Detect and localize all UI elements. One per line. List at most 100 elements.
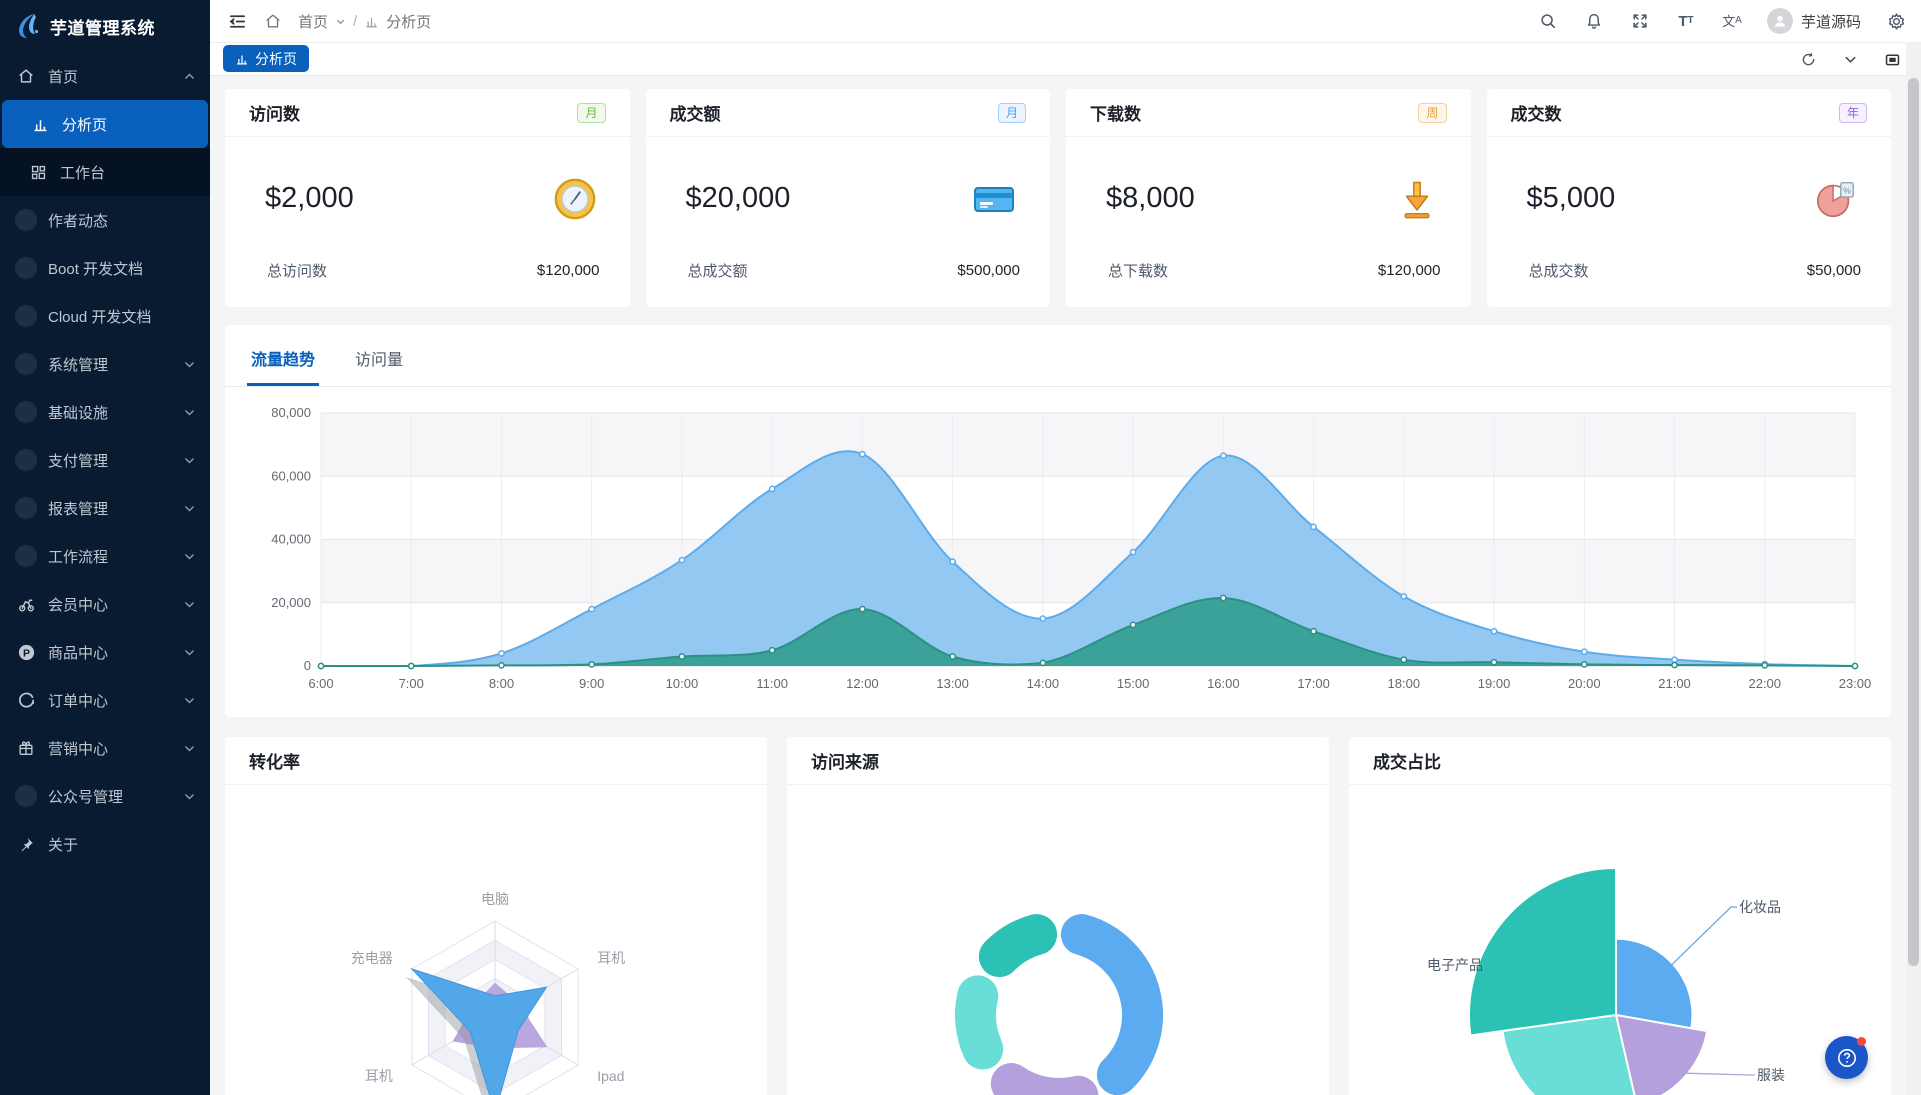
svg-text:16:00: 16:00 <box>1207 676 1240 691</box>
stat-card-value: $8,000 <box>1106 182 1195 215</box>
chevron-down-icon[interactable] <box>1841 50 1859 68</box>
font-size-icon[interactable]: TT <box>1675 10 1697 32</box>
svg-text:80,000: 80,000 <box>271 405 311 420</box>
dim-dot <box>14 208 38 232</box>
stat-card-footer: 总成交额$500,000 <box>646 260 1051 307</box>
help-button[interactable] <box>1825 1036 1868 1079</box>
maximize-icon[interactable] <box>1883 50 1901 68</box>
sidebar-item-label: 工作流程 <box>48 546 182 567</box>
stat-card-body: $2,000 <box>225 137 630 260</box>
user-menu[interactable]: 芋道源码 <box>1767 8 1861 34</box>
svg-text:20,000: 20,000 <box>271 595 311 610</box>
sidebar-item-营销中心[interactable]: 营销中心 <box>0 724 210 772</box>
svg-text:17:00: 17:00 <box>1297 676 1330 691</box>
svg-text:19:00: 19:00 <box>1478 676 1511 691</box>
app-logo[interactable]: 芋道管理系统 <box>0 0 210 52</box>
tab-analysis-page[interactable]: 分析页 <box>223 45 309 72</box>
search-icon[interactable] <box>1537 10 1559 32</box>
avatar <box>1767 8 1793 34</box>
svg-text:电脑: 电脑 <box>481 891 509 907</box>
sidebar-item-Cloud 开发文档[interactable]: Cloud 开发文档 <box>0 292 210 340</box>
sidebar-item-label: 首页 <box>48 66 182 87</box>
conversion-radar-chart: 电脑耳机Ipad手机耳机充电器 <box>225 785 767 1095</box>
svg-text:14:00: 14:00 <box>1027 676 1060 691</box>
traffic-trend-chart: 020,00040,00060,00080,0006:007:008:009:0… <box>225 387 1891 715</box>
stat-card-成交额: 成交额月$20,000总成交额$500,000 <box>646 89 1051 307</box>
svg-text:18:00: 18:00 <box>1388 676 1421 691</box>
svg-text:耳机: 耳机 <box>365 1068 393 1084</box>
sidebar-item-公众号管理[interactable]: 公众号管理 <box>0 772 210 820</box>
product-icon: P <box>14 640 38 664</box>
sidebar-item-支付管理[interactable]: 支付管理 <box>0 436 210 484</box>
page-scrollbar[interactable] <box>1906 43 1921 1095</box>
sidebar-item-关于[interactable]: 关于 <box>0 820 210 868</box>
tab-visits[interactable]: 访问量 <box>355 346 403 386</box>
svg-text:服装: 服装 <box>1757 1067 1785 1083</box>
sidebar-item-首页[interactable]: 首页 <box>0 52 210 100</box>
svg-text:%: % <box>1843 185 1851 195</box>
chevron-down-icon <box>182 406 196 419</box>
chevron-down-icon <box>182 694 196 707</box>
svg-text:60,000: 60,000 <box>271 468 311 483</box>
breadcrumb-page[interactable]: 分析页 <box>386 11 431 32</box>
sidebar-item-基础设施[interactable]: 基础设施 <box>0 388 210 436</box>
question-icon <box>1835 1046 1859 1070</box>
expand-icon[interactable] <box>1629 10 1651 32</box>
member-icon <box>14 592 38 616</box>
home-icon <box>14 64 38 88</box>
breadcrumb-home[interactable]: 首页 <box>298 11 328 32</box>
stat-card-value: $20,000 <box>686 182 791 215</box>
dim-dot <box>14 544 38 568</box>
tab-traffic-trend[interactable]: 流量趋势 <box>251 346 315 386</box>
chevron-down-icon <box>182 646 196 659</box>
scrollbar-thumb[interactable] <box>1908 78 1919 966</box>
sidebar-item-Boot 开发文档[interactable]: Boot 开发文档 <box>0 244 210 292</box>
menu-fold-icon[interactable] <box>226 10 248 32</box>
dolphin-logo-icon <box>12 11 42 41</box>
chevron-down-icon <box>182 358 196 371</box>
sidebar-item-会员中心[interactable]: 会员中心 <box>0 580 210 628</box>
stat-footer-label: 总访问数 <box>267 260 327 281</box>
dim-dot <box>14 352 38 376</box>
notification-dot <box>1857 1037 1866 1046</box>
refresh-icon[interactable] <box>1799 50 1817 68</box>
stat-footer-label: 总成交数 <box>1529 260 1589 281</box>
svg-text:电子产品: 电子产品 <box>1427 957 1483 973</box>
sidebar: 芋道管理系统 首页分析页工作台作者动态 Boot 开发文档 Cloud 开发文档系统… <box>0 0 210 1095</box>
stat-footer-label: 总下载数 <box>1108 260 1168 281</box>
settings-icon[interactable] <box>1885 10 1907 32</box>
sidebar-item-分析页[interactable]: 分析页 <box>2 100 208 148</box>
sidebar-item-商品中心[interactable]: P 商品中心 <box>0 628 210 676</box>
svg-text:耳机: 耳机 <box>597 950 625 966</box>
locale-icon[interactable]: 文A <box>1721 10 1743 32</box>
sidebar-item-订单中心[interactable]: 订单中心 <box>0 676 210 724</box>
sidebar-item-label: Boot 开发文档 <box>48 258 196 279</box>
navbar: 首页 / 分析页 TT 文A 芋道源码 <box>210 0 1921 43</box>
svg-text:6:00: 6:00 <box>308 676 333 691</box>
sidebar-item-报表管理[interactable]: 报表管理 <box>0 484 210 532</box>
stat-card-value: $5,000 <box>1527 182 1616 215</box>
svg-text:22:00: 22:00 <box>1748 676 1781 691</box>
chevron-down-icon <box>335 16 346 27</box>
bell-icon[interactable] <box>1583 10 1605 32</box>
sidebar-item-工作流程[interactable]: 工作流程 <box>0 532 210 580</box>
svg-text:12:00: 12:00 <box>846 676 879 691</box>
svg-text:化妆品: 化妆品 <box>1739 899 1781 915</box>
sidebar-item-工作台[interactable]: 工作台 <box>0 148 210 196</box>
sidebar-item-系统管理[interactable]: 系统管理 <box>0 340 210 388</box>
stat-card-body: $5,000% <box>1487 137 1892 260</box>
stat-footer-value: $120,000 <box>537 262 600 279</box>
stat-cards-row: 访问数月$2,000总访问数$120,000成交额月$20,000总成交额$50… <box>225 89 1891 307</box>
dim-dot <box>14 304 38 328</box>
breadcrumb: 首页 / 分析页 <box>298 11 431 32</box>
home-icon[interactable] <box>262 10 284 32</box>
sidebar-item-作者动态[interactable]: 作者动态 <box>0 196 210 244</box>
sidebar-item-label: 工作台 <box>60 162 196 183</box>
dim-dot <box>14 256 38 280</box>
sidebar-item-label: 基础设施 <box>48 402 182 423</box>
chevron-down-icon <box>182 550 196 563</box>
stat-card-footer: 总成交数$50,000 <box>1487 260 1892 307</box>
svg-text:充电器: 充电器 <box>351 950 393 966</box>
chevron-down-icon <box>182 790 196 803</box>
sidebar-item-label: 商品中心 <box>48 642 182 663</box>
